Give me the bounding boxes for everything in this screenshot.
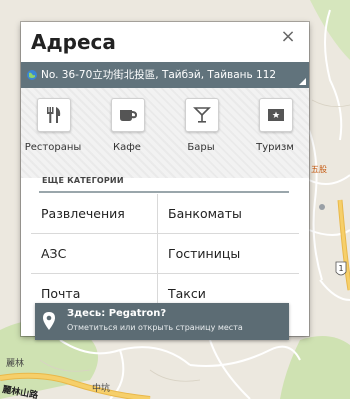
category-item-label: АЗС	[41, 246, 67, 261]
location-pin-icon	[43, 312, 55, 330]
tourism-icon	[259, 98, 293, 132]
category-tourism[interactable]: Туризм	[245, 94, 305, 174]
restaurant-icon	[37, 98, 71, 132]
map-label-zhongkeng: 中坑	[92, 382, 110, 394]
category-label: Туризм	[256, 142, 294, 153]
category-shortcuts: Рестораны Кафе Бары Туризм	[21, 88, 309, 178]
category-cafe[interactable]: Кафе	[97, 94, 157, 174]
check-in-subtitle: Отметиться или открыть страницу места	[67, 323, 243, 332]
category-label: Кафе	[113, 142, 141, 153]
more-categories-header: ЕЩЕ КАТЕГОРИИ	[39, 174, 289, 193]
more-categories-label: ЕЩЕ КАТЕГОРИИ	[42, 176, 124, 185]
dropdown-corner-icon	[299, 78, 306, 85]
map-label-lilin: 麗林	[6, 357, 24, 369]
category-label: Бары	[187, 142, 215, 153]
highway-shield-icon: 1	[335, 261, 347, 276]
category-label: Рестораны	[24, 142, 82, 153]
check-in-title: Здесь: Pegatron?	[67, 308, 167, 319]
close-icon[interactable]: ×	[277, 26, 299, 48]
map-label-wugu: 五股	[311, 165, 327, 174]
category-atm[interactable]: Банкоматы	[158, 194, 291, 232]
location-selector[interactable]: No. 36-70立功街北投區, Тайбэй, Тайвань 112	[21, 62, 309, 88]
category-gas-stations[interactable]: АЗС	[31, 234, 164, 272]
category-bars[interactable]: Бары	[171, 94, 231, 174]
category-hotels[interactable]: Гостиницы	[158, 234, 291, 272]
category-item-label: Развлечения	[41, 206, 125, 221]
location-text: No. 36-70立功街北投區, Тайбэй, Тайвань 112	[41, 69, 277, 81]
bar-icon	[185, 98, 219, 132]
category-entertainment[interactable]: Развлечения	[31, 194, 164, 232]
globe-icon	[27, 70, 37, 80]
divider	[157, 194, 158, 312]
dialog-title: Адреса	[31, 30, 116, 54]
category-item-label: Банкоматы	[168, 206, 242, 221]
cafe-icon	[111, 98, 145, 132]
category-restaurants[interactable]: Рестораны	[23, 94, 83, 174]
check-in-banner[interactable]: Здесь: Pegatron? Отметиться или открыть …	[35, 303, 289, 340]
map-poi-marker[interactable]	[319, 204, 325, 210]
addresses-dialog: Адреса × No. 36-70立功街北投區, Тайбэй, Тайван…	[21, 22, 309, 336]
svg-text:1: 1	[339, 264, 344, 273]
category-item-label: Гостиницы	[168, 246, 241, 261]
